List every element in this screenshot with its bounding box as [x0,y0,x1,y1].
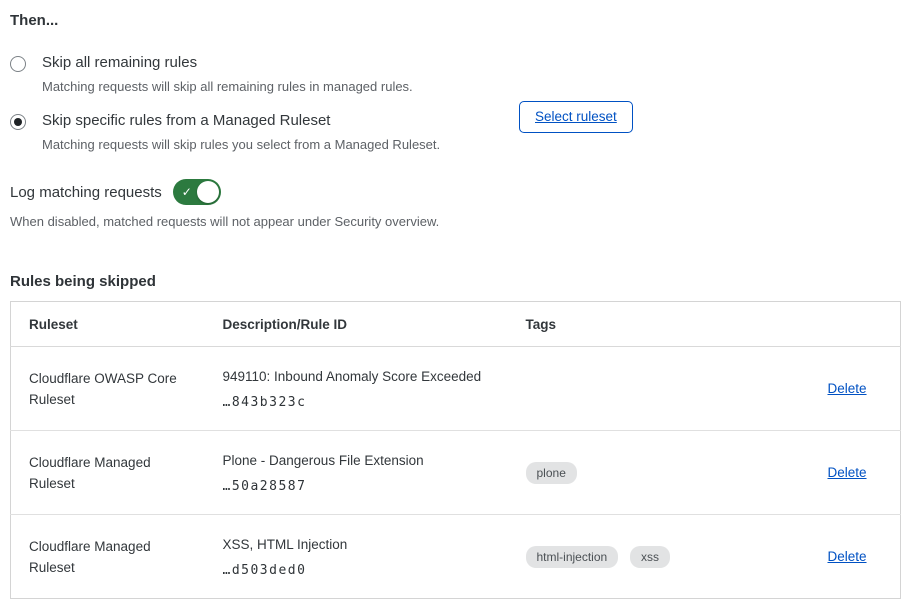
rule-description: Plone - Dangerous File Extension [223,452,502,470]
log-matching-toggle[interactable]: ✓ [173,179,221,205]
rules-skipped-heading: Rules being skipped [10,273,901,290]
log-matching-row: Log matching requests ✓ [10,179,901,205]
rule-description: XSS, HTML Injection [223,536,502,554]
ruleset-name: Cloudflare OWASP Core Ruleset [11,347,223,431]
tag-badge: html-injection [526,546,619,568]
rule-id: …843b323c [223,395,502,410]
table-row: Cloudflare Managed Ruleset XSS, HTML Inj… [11,515,901,599]
radio-option-skip-all: Skip all remaining rules Matching reques… [10,53,901,95]
tags-cell: html-injection xss [526,515,828,599]
actions-cell: Delete [828,515,901,599]
log-matching-label: Log matching requests [10,184,162,201]
radio-skip-all-label[interactable]: Skip all remaining rules [42,53,413,72]
check-icon: ✓ [182,184,192,200]
radio-skip-specific-rules[interactable] [10,114,26,130]
rule-id: …50a28587 [223,479,502,494]
rules-skipped-table: Ruleset Description/Rule ID Tags Cloudfl… [10,301,901,599]
radio-skip-specific-description: Matching requests will skip rules you se… [42,136,440,153]
radio-option-skip-specific: Skip specific rules from a Managed Rules… [10,111,901,153]
tags-cell [526,347,828,431]
radio-skip-all-rules[interactable] [10,56,26,72]
toggle-knob [197,181,219,203]
rule-description-cell: 949110: Inbound Anomaly Score Exceeded …… [223,347,526,431]
rule-description-cell: XSS, HTML Injection …d503ded0 [223,515,526,599]
table-row: Cloudflare Managed Ruleset Plone - Dange… [11,431,901,515]
delete-rule-link[interactable]: Delete [828,465,867,480]
rule-description-cell: Plone - Dangerous File Extension …50a285… [223,431,526,515]
column-header-description: Description/Rule ID [223,302,526,347]
actions-cell: Delete [828,431,901,515]
ruleset-name: Cloudflare Managed Ruleset [11,515,223,599]
log-matching-description: When disabled, matched requests will not… [10,214,901,229]
then-section-heading: Then... [10,12,901,29]
column-header-ruleset: Ruleset [11,302,223,347]
radio-skip-specific-label[interactable]: Skip specific rules from a Managed Rules… [42,111,440,130]
rule-description: 949110: Inbound Anomaly Score Exceeded [223,368,502,386]
delete-rule-link[interactable]: Delete [828,549,867,564]
waf-rule-config-page: Then... Skip all remaining rules Matchin… [0,0,911,599]
delete-rule-link[interactable]: Delete [828,381,867,396]
radio-skip-all-description: Matching requests will skip all remainin… [42,78,413,95]
select-ruleset-button[interactable]: Select ruleset [519,101,633,133]
table-header-row: Ruleset Description/Rule ID Tags [11,302,901,347]
actions-cell: Delete [828,347,901,431]
tag-badge: plone [526,462,577,484]
rule-id: …d503ded0 [223,563,502,578]
column-header-actions [828,302,901,347]
tags-cell: plone [526,431,828,515]
tag-badge: xss [630,546,670,568]
column-header-tags: Tags [526,302,828,347]
ruleset-name: Cloudflare Managed Ruleset [11,431,223,515]
table-row: Cloudflare OWASP Core Ruleset 949110: In… [11,347,901,431]
